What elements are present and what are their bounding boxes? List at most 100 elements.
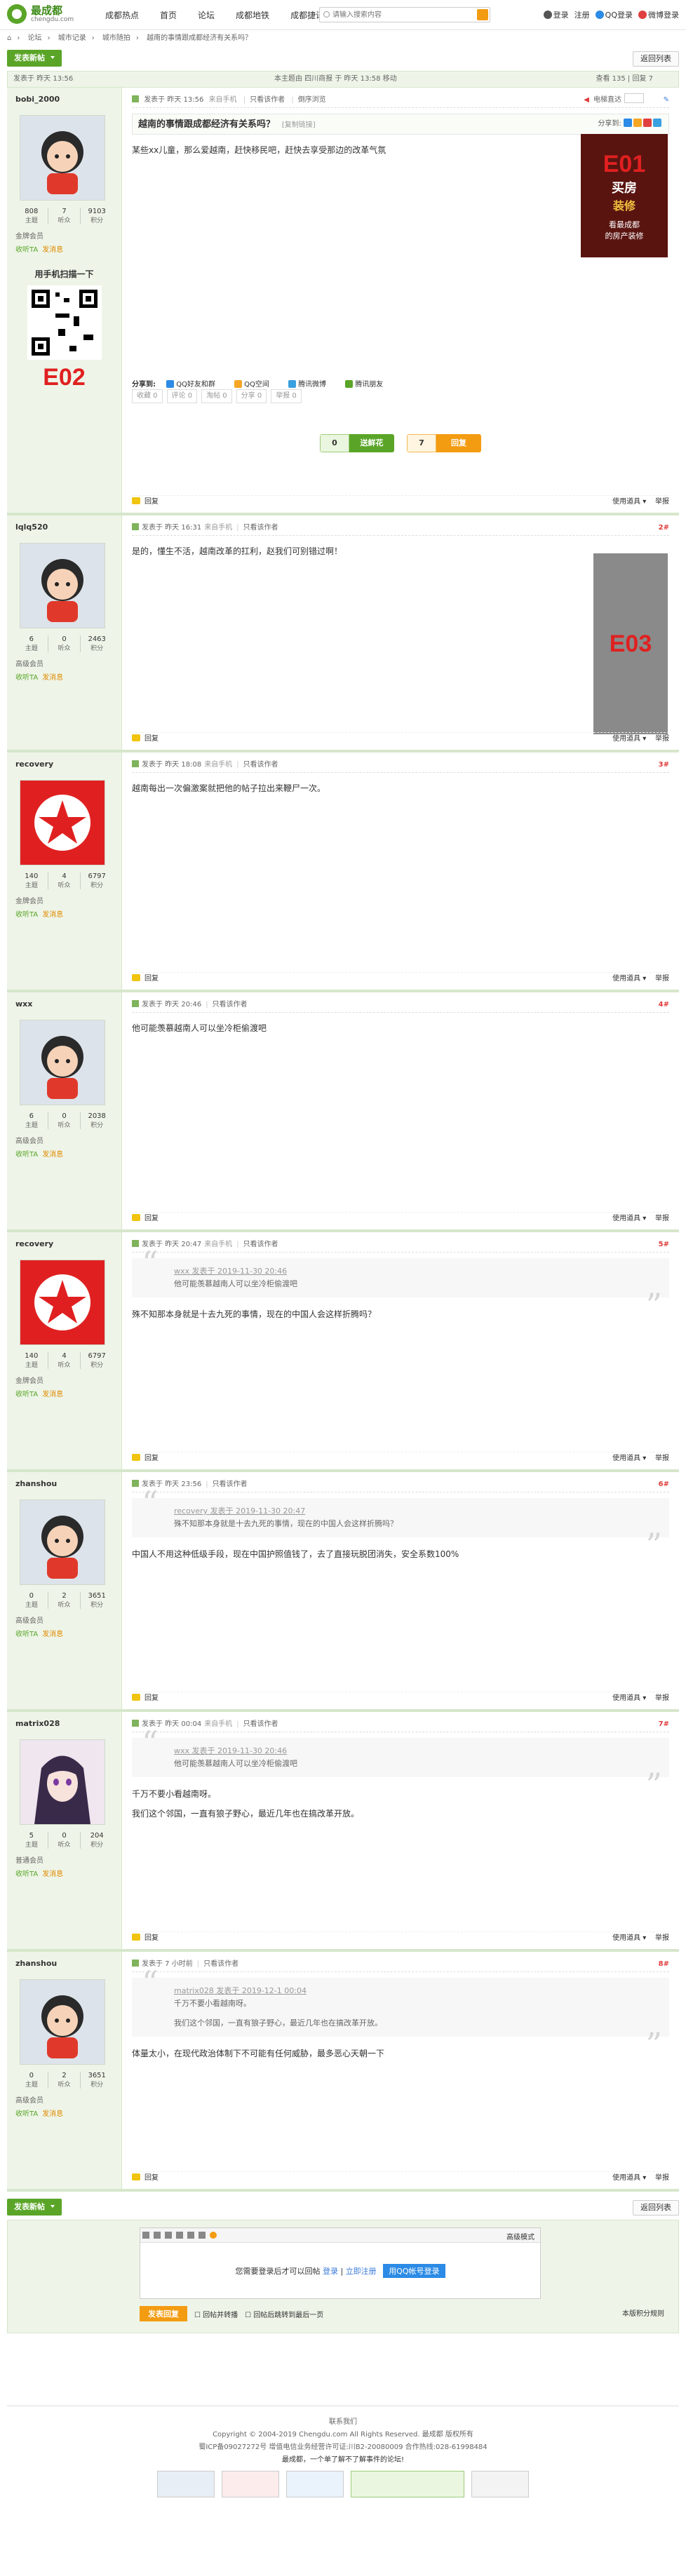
ad-e02[interactable]: E02: [15, 364, 113, 391]
search-input[interactable]: [320, 8, 467, 22]
breadcrumb-thread[interactable]: 越南的事情跟成都经济有关系吗？: [147, 34, 252, 42]
avatar[interactable]: [20, 1499, 105, 1585]
listen-button[interactable]: 收听TA: [15, 1870, 38, 1878]
badge-5[interactable]: [471, 2471, 529, 2497]
use-tools[interactable]: 使用道具: [612, 498, 640, 506]
reply-vote-button[interactable]: 7 回复: [407, 434, 481, 452]
taotie-button[interactable]: 淘帖 0: [201, 389, 232, 403]
badge-3[interactable]: [286, 2471, 344, 2497]
avatar[interactable]: [20, 543, 105, 628]
badge-1[interactable]: [157, 2471, 215, 2497]
avatar[interactable]: [20, 1979, 105, 2065]
bold-icon[interactable]: [142, 2232, 149, 2239]
weibo-login-link[interactable]: 微博登录: [648, 11, 679, 20]
flower-vote-button[interactable]: 0 送鲜花: [320, 434, 394, 452]
post-author-name[interactable]: lqlq520: [15, 522, 113, 532]
quote-meta[interactable]: matrix028 发表于 2019-12-1 00:04: [174, 1985, 658, 1997]
copy-link[interactable]: [复制链接]: [282, 121, 316, 129]
share-tweibo[interactable]: 腾讯微博: [288, 380, 335, 389]
post-author-name[interactable]: bobi_2000: [15, 95, 113, 104]
report-count-button[interactable]: 举报 0: [271, 389, 302, 403]
only-author-link[interactable]: 只看该作者: [203, 1960, 238, 1968]
only-author-link[interactable]: 只看该作者: [213, 1001, 248, 1009]
post-author-name[interactable]: zhanshou: [15, 1959, 113, 1968]
send-message-button[interactable]: 发消息: [42, 911, 63, 919]
quote-meta[interactable]: wxx 发表于 2019-11-30 20:46: [174, 1745, 658, 1758]
back-list-button[interactable]: 返回列表: [633, 2200, 679, 2216]
new-post-button[interactable]: 发表新帖: [7, 2199, 62, 2216]
tencent-share-icon[interactable]: [653, 119, 661, 127]
share-qzone[interactable]: QQ空间: [234, 380, 278, 389]
listen-button[interactable]: 收听TA: [15, 1151, 38, 1159]
badge-2[interactable]: [222, 2471, 279, 2497]
link-icon[interactable]: [176, 2232, 183, 2239]
only-author-link[interactable]: 只看该作者: [243, 524, 278, 532]
listen-button[interactable]: 收听TA: [15, 1631, 38, 1638]
reply-register-link[interactable]: 立即注册: [346, 2267, 377, 2276]
post-author-name[interactable]: recovery: [15, 760, 113, 769]
login-link[interactable]: 登录: [553, 11, 569, 20]
nav-item-forum[interactable]: 论坛: [198, 9, 215, 21]
breadcrumb-forum[interactable]: 论坛: [28, 34, 42, 42]
back-list-button[interactable]: 返回列表: [633, 51, 679, 67]
font-color-icon[interactable]: [154, 2232, 161, 2239]
badge-4[interactable]: [351, 2471, 464, 2497]
only-author-link[interactable]: 只看该作者: [243, 1720, 278, 1728]
post-author-name[interactable]: zhanshou: [15, 1479, 113, 1488]
listen-button[interactable]: 收听TA: [15, 246, 38, 254]
only-author-link[interactable]: 只看该作者: [243, 761, 278, 769]
ad-e01[interactable]: E01 买房 装修 看最成都 的房产装修: [581, 134, 668, 257]
qq-share-icon[interactable]: [624, 119, 632, 127]
send-message-button[interactable]: 发消息: [42, 1870, 63, 1878]
fav-button[interactable]: 收藏 0: [132, 389, 163, 403]
avatar[interactable]: [20, 1260, 105, 1345]
qq-login-link[interactable]: QQ登录: [605, 11, 633, 20]
jump-last-checkbox[interactable]: ☐ 回帖后跳转到最后一页: [245, 2309, 323, 2319]
contact-link[interactable]: 联系我们: [0, 2416, 686, 2429]
listen-button[interactable]: 收听TA: [15, 674, 38, 682]
listen-button[interactable]: 收听TA: [15, 1391, 38, 1398]
post-author-name[interactable]: recovery: [15, 1239, 113, 1248]
avatar[interactable]: [20, 115, 105, 201]
repost-checkbox[interactable]: ☐ 回帖并转播: [194, 2309, 238, 2319]
listen-button[interactable]: 收听TA: [15, 2110, 38, 2118]
site-logo[interactable]: 最成都 chengdu.com: [7, 4, 74, 24]
qq-login-button[interactable]: 用QQ帐号登录: [383, 2264, 445, 2278]
submit-reply-button[interactable]: 发表回复: [140, 2306, 187, 2321]
ad-e03[interactable]: E03: [593, 553, 668, 734]
weibo-share-icon[interactable]: [643, 119, 652, 127]
send-message-button[interactable]: 发消息: [42, 1391, 63, 1398]
nav-item-metro[interactable]: 成都地铁: [236, 9, 269, 21]
send-message-button[interactable]: 发消息: [42, 246, 63, 254]
floor-jump-input[interactable]: [624, 93, 644, 103]
emoji-icon[interactable]: [210, 2232, 217, 2239]
breadcrumb-city-record[interactable]: 城市记录: [58, 34, 86, 42]
breadcrumb-city-photo[interactable]: 城市随拍: [102, 34, 130, 42]
share-tfriends[interactable]: 腾讯朋友: [345, 380, 391, 389]
post-author-name[interactable]: matrix028: [15, 1719, 113, 1728]
score-rules-link[interactable]: 本版积分规则: [622, 2307, 664, 2318]
advanced-mode-link[interactable]: 高级模式: [506, 2231, 534, 2241]
reverse-order-link[interactable]: 倒序浏览: [298, 96, 326, 104]
send-message-button[interactable]: 发消息: [42, 1631, 63, 1638]
new-post-button[interactable]: 发表新帖: [7, 50, 62, 67]
register-link[interactable]: 注册: [574, 9, 590, 20]
report-link[interactable]: 举报: [655, 498, 669, 506]
reply-login-link[interactable]: 登录: [323, 2267, 338, 2276]
post-author-name[interactable]: wxx: [15, 999, 113, 1009]
quote-meta[interactable]: recovery 发表于 2019-11-30 20:47: [174, 1505, 658, 1518]
search-button[interactable]: [477, 9, 488, 20]
share-qq-friends[interactable]: QQ好友和群: [166, 380, 224, 389]
home-icon[interactable]: ⌂: [7, 34, 11, 42]
share-button[interactable]: 分享 0: [236, 389, 267, 403]
comment-button[interactable]: 评论 0: [166, 389, 198, 403]
avatar[interactable]: [20, 1739, 105, 1825]
quote-meta[interactable]: wxx 发表于 2019-11-30 20:46: [174, 1265, 658, 1278]
only-author-link[interactable]: 只看该作者: [243, 1241, 278, 1248]
reply-link[interactable]: 回复: [144, 498, 159, 506]
send-message-button[interactable]: 发消息: [42, 1151, 63, 1159]
image-icon[interactable]: [165, 2232, 172, 2239]
pencil-icon[interactable]: ✎: [664, 93, 669, 107]
prev-icon[interactable]: ◀: [584, 96, 589, 104]
avatar[interactable]: [20, 780, 105, 865]
